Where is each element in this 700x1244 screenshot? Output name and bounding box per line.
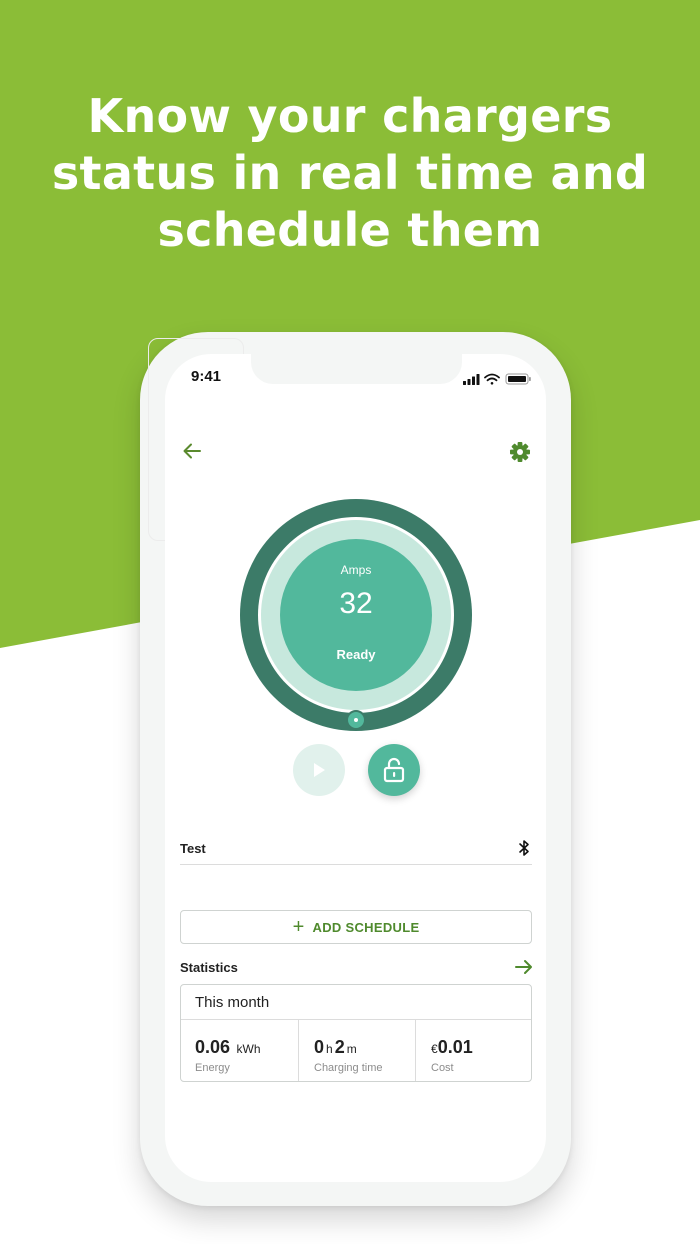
stat-energy: 0.06 kWh Energy: [181, 1020, 298, 1081]
charging-hours: 0: [314, 1037, 325, 1057]
arrow-left-icon[interactable]: [181, 440, 203, 462]
charger-name: Test: [180, 841, 206, 856]
add-schedule-label: ADD SCHEDULE: [312, 919, 420, 935]
stats-period: This month: [195, 994, 270, 1011]
arrow-right-icon[interactable]: [514, 958, 534, 976]
charging-hours-unit: h: [326, 1042, 333, 1056]
amperage-gauge: Amps 32 Ready: [240, 499, 472, 731]
battery-icon: [505, 373, 531, 385]
promo-headline: Know your chargers status in real time a…: [0, 88, 700, 259]
phone-notch: [251, 354, 462, 384]
statistics-card[interactable]: This month 0.06 kWh Energy 0h2m Charging…: [180, 984, 532, 1082]
app-screen: 9:41 Amps 32 Ready Test + ADD SCHEDULE S…: [165, 354, 546, 1182]
charging-minutes-unit: m: [346, 1042, 357, 1056]
play-button[interactable]: [293, 744, 345, 796]
energy-value-row: 0.06 kWh: [195, 1037, 263, 1058]
bluetooth-icon: [519, 840, 529, 856]
cost-value-row: €0.01: [431, 1037, 473, 1058]
wifi-icon: [484, 373, 500, 385]
gauge-handle-icon: [346, 710, 366, 730]
charging-time-caption: Charging time: [314, 1062, 383, 1074]
amps-label: Amps: [340, 563, 372, 577]
statistics-title: Statistics: [180, 960, 238, 975]
charging-minutes: 2: [334, 1037, 345, 1057]
cost-currency: €: [431, 1042, 438, 1056]
unlock-button[interactable]: [368, 744, 420, 796]
amps-value: 32: [339, 587, 373, 620]
cost-value: 0.01: [437, 1037, 473, 1057]
headline-line-1: Know your chargers: [87, 89, 613, 143]
stat-cost: €0.01 Cost: [415, 1020, 531, 1081]
status-icons: [463, 373, 531, 385]
add-schedule-button[interactable]: + ADD SCHEDULE: [180, 910, 532, 944]
unlock-icon: [383, 757, 405, 783]
energy-value: 0.06: [195, 1037, 231, 1057]
gear-icon[interactable]: [508, 440, 532, 464]
headline-line-2: status in real time and: [51, 146, 649, 200]
signal-icon: [463, 374, 480, 385]
cost-caption: Cost: [431, 1062, 454, 1074]
charging-time-value-row: 0h2m: [314, 1037, 359, 1058]
stat-charging-time: 0h2m Charging time: [298, 1020, 415, 1081]
plus-icon: +: [292, 916, 305, 938]
charger-state: Ready: [336, 647, 376, 662]
charger-divider: [180, 864, 532, 865]
energy-caption: Energy: [195, 1062, 230, 1074]
energy-unit: kWh: [236, 1042, 261, 1056]
play-icon: [314, 763, 325, 777]
headline-line-3: schedule them: [157, 203, 543, 257]
status-time: 9:41: [191, 368, 222, 385]
